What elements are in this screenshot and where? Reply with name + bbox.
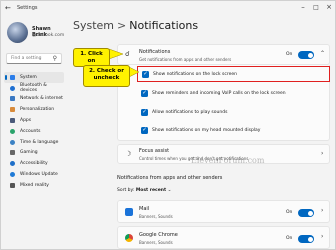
sidebar-item-label: Time & language <box>20 139 59 145</box>
sidebar-item-windows-update[interactable]: Windows Update <box>4 169 64 180</box>
sort-dropdown[interactable]: Sort by: Most recent ⌄ <box>117 188 171 193</box>
sidebar-item-label: Bluetooth & devices <box>20 83 47 94</box>
app-row-google-chrome[interactable]: Google Chrome Banners, Sounds On › <box>117 226 330 249</box>
chevron-right-icon[interactable]: › <box>321 207 323 214</box>
search-placeholder: Find a setting <box>11 56 42 61</box>
app-name: Google Chrome <box>139 232 178 238</box>
option-label: Show reminders and incoming VoIP calls o… <box>152 91 286 96</box>
minimize-icon[interactable]: – <box>297 3 309 11</box>
checkbox-checked-icon[interactable]: ✓ <box>141 90 148 97</box>
sidebar-item-apps[interactable]: Apps <box>4 115 64 126</box>
sidebar-item-time-language[interactable]: Time & language <box>4 137 64 148</box>
sidebar-item-label: Windows Update <box>20 172 58 178</box>
sidebar-item-label: Mixed reality <box>20 182 49 188</box>
apps-icon <box>10 118 15 124</box>
sidebar-item-label: Personalization <box>20 107 55 113</box>
user-email: @outlook.com <box>32 33 65 38</box>
chevron-right-icon[interactable]: › <box>321 150 323 157</box>
sidebar-item-label: System <box>20 74 37 80</box>
option-head-mounted-display[interactable]: ✓ Show notifications on my head mounted … <box>137 123 330 139</box>
notifications-toggle-label: On <box>286 52 293 57</box>
notifications-title: Notifications <box>139 49 171 55</box>
app-toggle[interactable] <box>298 235 314 243</box>
option-lock-screen[interactable]: ✓ Show notifications on the lock screen <box>137 66 330 82</box>
option-label: Show notifications on the lock screen <box>153 72 237 77</box>
notifications-subtitle: Get notifications from apps and other se… <box>139 57 232 62</box>
option-play-sounds[interactable]: ✓ Allow notifications to play sounds <box>137 105 330 121</box>
headset-icon <box>10 182 15 188</box>
sidebar-item-personalization[interactable]: Personalization <box>4 104 64 115</box>
close-icon[interactable]: × <box>323 3 335 11</box>
maximize-icon[interactable]: □ <box>310 4 322 11</box>
person-icon <box>10 128 15 134</box>
app-toggle-label: On <box>286 210 293 215</box>
app-row-mail[interactable]: Mail Banners, Sounds On › <box>117 200 330 223</box>
sidebar-item-mixed-reality[interactable]: Mixed reality <box>4 180 64 191</box>
bluetooth-icon <box>10 85 15 91</box>
sidebar-item-accounts[interactable]: Accounts <box>4 126 64 137</box>
settings-window: ← Settings – □ × Shawn Brink @outlook.co… <box>0 0 336 250</box>
breadcrumb: System > Notifications <box>73 19 198 32</box>
sidebar: Shawn Brink @outlook.com Find a setting … <box>1 15 65 250</box>
checkbox-checked-icon[interactable]: ✓ <box>141 127 148 134</box>
page-title: Notifications <box>129 19 199 32</box>
gamepad-icon <box>10 150 15 156</box>
avatar <box>7 22 28 43</box>
sidebar-item-label: Apps <box>20 118 32 124</box>
watermark: ElevenForum.com <box>191 156 265 165</box>
option-label: Allow notifications to play sounds <box>152 110 228 115</box>
breadcrumb-parent[interactable]: System <box>73 19 114 32</box>
window-title: Settings <box>17 5 38 11</box>
checkbox-checked-icon[interactable]: ✓ <box>142 71 149 78</box>
notifications-card[interactable]: ☌ Notifications Get notifications from a… <box>117 44 330 65</box>
chevron-down-icon: ⌄ <box>167 188 172 193</box>
sidebar-item-label: Network & internet <box>20 96 63 102</box>
sidebar-item-label: Gaming <box>20 150 38 156</box>
checkbox-checked-icon[interactable]: ✓ <box>141 109 148 116</box>
option-voip-lock-screen[interactable]: ✓ Show reminders and incoming VoIP calls… <box>137 86 330 102</box>
chevron-up-icon[interactable]: ⌃ <box>320 50 325 57</box>
notifications-toggle[interactable] <box>298 51 314 59</box>
callout-step-2: 2. Check or uncheck <box>83 65 130 87</box>
search-input[interactable]: Find a setting ⚲ <box>6 53 62 64</box>
focus-assist-title: Focus assist <box>139 148 170 154</box>
brush-icon <box>10 107 15 113</box>
search-icon: ⚲ <box>52 55 57 62</box>
app-detail: Banners, Sounds <box>139 214 173 219</box>
bell-icon: ☌ <box>125 50 130 58</box>
app-detail: Banners, Sounds <box>139 240 173 245</box>
globe-icon <box>10 139 15 145</box>
accessibility-icon <box>10 161 15 167</box>
sidebar-nav: System Bluetooth & devices Network & int… <box>4 72 64 191</box>
app-toggle[interactable] <box>298 209 314 217</box>
sort-prefix: Sort by: <box>117 188 135 193</box>
sidebar-item-label: Accessibility <box>20 161 48 167</box>
sidebar-item-accessibility[interactable]: Accessibility <box>4 158 64 169</box>
update-icon <box>10 172 15 178</box>
network-icon <box>10 96 15 102</box>
sidebar-item-label: Accounts <box>20 128 41 134</box>
title-bar: ← Settings – □ × <box>1 1 336 15</box>
system-icon <box>10 74 15 80</box>
chrome-app-icon <box>125 234 133 242</box>
sidebar-item-gaming[interactable]: Gaming <box>4 148 64 159</box>
app-toggle-label: On <box>286 236 293 241</box>
sidebar-item-system[interactable]: System <box>4 72 64 83</box>
app-name: Mail <box>139 206 150 212</box>
sidebar-item-network[interactable]: Network & internet <box>4 94 64 105</box>
mail-app-icon <box>125 208 133 216</box>
sort-value: Most recent <box>135 188 167 193</box>
breadcrumb-separator: > <box>117 19 127 32</box>
sidebar-item-bluetooth[interactable]: Bluetooth & devices <box>4 83 64 94</box>
option-label: Show notifications on my head mounted di… <box>152 128 261 133</box>
senders-section-label: Notifications from apps and other sender… <box>117 175 223 181</box>
moon-icon: ☽ <box>125 150 132 158</box>
chevron-right-icon[interactable]: › <box>321 233 323 240</box>
back-arrow-icon[interactable]: ← <box>5 4 11 12</box>
